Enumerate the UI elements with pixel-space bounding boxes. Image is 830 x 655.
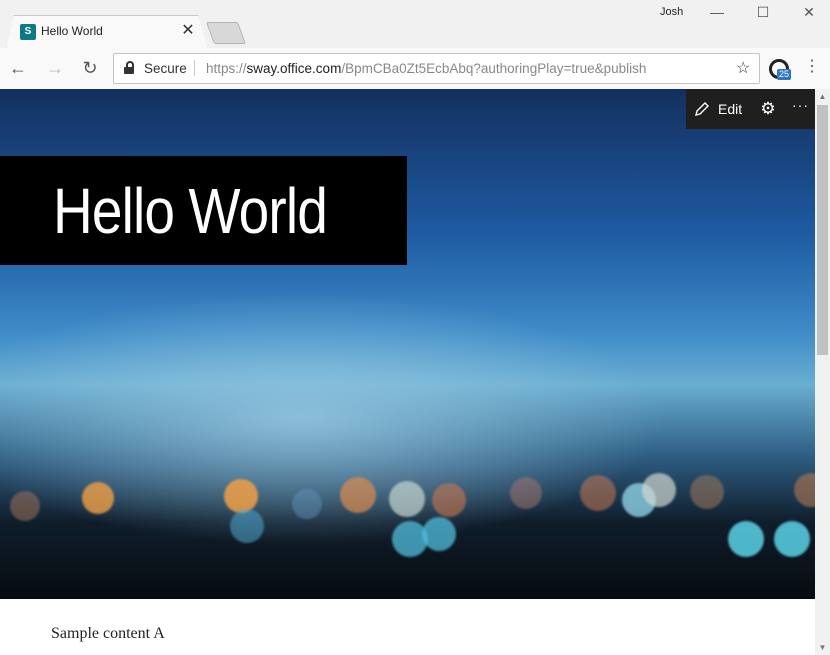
browser-menu-icon[interactable]: ⋮	[804, 58, 820, 76]
browser-tab-content[interactable]: S Hello World ✕	[6, 15, 206, 49]
secure-label: Secure	[144, 61, 187, 76]
page-title: Hello World	[53, 175, 328, 247]
scroll-down-icon[interactable]: ▼	[815, 640, 830, 655]
content-text: Sample content A	[51, 625, 165, 642]
url-scheme: https://	[206, 61, 247, 76]
url-text[interactable]: https://sway.office.com/BpmCBa0Zt5EcbAbq…	[206, 61, 646, 76]
scrollbar[interactable]: ▲ ▼	[815, 89, 830, 655]
pencil-icon	[695, 102, 709, 116]
forward-button[interactable]: →	[44, 57, 66, 79]
sway-toolbar: Edit ⚙ ···	[686, 89, 815, 129]
tab-title: Hello World	[41, 24, 103, 38]
reload-button[interactable]: ↻	[79, 57, 101, 79]
lock-icon	[124, 61, 134, 74]
address-bar[interactable]: Secure https://sway.office.com/BpmCBa0Zt…	[113, 53, 760, 84]
title-card: Hello World	[0, 156, 407, 265]
url-host: sway.office.com	[246, 61, 342, 76]
edit-label: Edit	[718, 101, 743, 117]
bookmark-star-icon[interactable]: ☆	[736, 58, 750, 78]
new-tab-button[interactable]	[205, 22, 247, 44]
gear-icon[interactable]: ⚙	[759, 100, 777, 118]
maximize-button[interactable]: ☐	[748, 2, 778, 22]
title-bar: S Hello World ✕ Josh — ☐ ✕	[0, 0, 830, 50]
close-window-button[interactable]: ✕	[794, 2, 824, 22]
sway-icon: S	[20, 24, 36, 40]
minimize-button[interactable]: —	[702, 2, 732, 22]
browser-toolbar: ← → ↻ Secure https://sway.office.com/Bpm…	[0, 48, 830, 90]
back-button[interactable]: ←	[7, 57, 29, 79]
url-path: /BpmCBa0Zt5EcbAbq?authoringPlay=true&pub…	[341, 61, 647, 76]
address-separator	[194, 60, 195, 76]
tab-close-icon[interactable]: ✕	[180, 21, 196, 41]
profile-name[interactable]: Josh	[660, 6, 683, 18]
page-viewport: Hello World Edit ⚙ ··· Sample content A	[0, 89, 815, 655]
scrollbar-thumb[interactable]	[817, 105, 828, 355]
scroll-up-icon[interactable]: ▲	[815, 89, 830, 104]
extension-icon[interactable]: 25	[769, 59, 792, 80]
more-options-icon[interactable]: ···	[792, 97, 809, 113]
extension-badge: 25	[777, 69, 792, 80]
